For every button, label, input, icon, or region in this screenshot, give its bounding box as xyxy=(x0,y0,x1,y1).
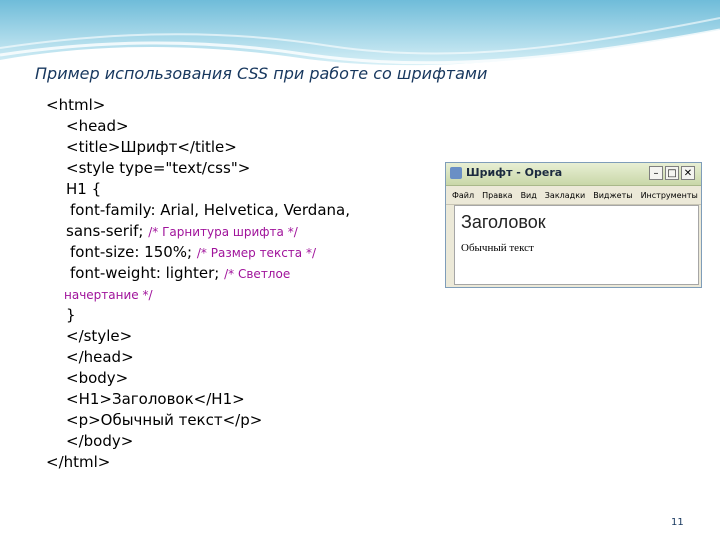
menu-item-view[interactable]: Вид xyxy=(521,191,537,200)
code-line: <p>Обычный текст</p> xyxy=(66,411,263,429)
code-line: <html> xyxy=(46,96,106,114)
maximize-icon[interactable]: □ xyxy=(665,166,679,180)
code-line: } xyxy=(66,306,76,324)
code-text: sans-serif; xyxy=(66,222,149,240)
code-comment: начертание */ xyxy=(64,288,153,302)
code-line: <head> xyxy=(66,117,129,135)
code-line: <H1>Заголовок</H1> xyxy=(66,390,245,408)
code-line: <title>Шрифт</title> xyxy=(66,138,237,156)
code-comment: /* Гарнитура шрифта */ xyxy=(148,225,298,239)
minimize-icon[interactable]: – xyxy=(649,166,663,180)
code-line: </style> xyxy=(66,327,133,345)
code-listing: <html> <head> <title>Шрифт</title> <styl… xyxy=(46,95,446,473)
browser-page-content: Заголовок Обычный текст xyxy=(454,205,699,285)
rendered-paragraph: Обычный текст xyxy=(461,242,534,254)
code-text: font-weight: lighter; xyxy=(70,264,225,282)
menu-item-tools[interactable]: Инструменты xyxy=(641,191,698,200)
code-line: <body> xyxy=(66,369,129,387)
code-line: </head> xyxy=(66,348,134,366)
code-line: font-size: 150%; /* Размер текста */ xyxy=(46,242,446,263)
close-icon[interactable]: ✕ xyxy=(681,166,695,180)
menu-item-widgets[interactable]: Виджеты xyxy=(593,191,632,200)
header-wave-decoration xyxy=(0,0,720,66)
menu-item-file[interactable]: Файл xyxy=(452,191,474,200)
code-comment: /* Светлое xyxy=(224,267,291,281)
code-line: H1 { xyxy=(66,180,102,198)
code-line: начертание */ xyxy=(46,284,446,305)
browser-window-title: Шрифт - Opera xyxy=(466,166,563,179)
browser-titlebar: Шрифт - Opera – □ ✕ xyxy=(446,163,701,186)
browser-menubar: Файл Правка Вид Закладки Виджеты Инструм… xyxy=(446,186,701,205)
code-line: font-family: Arial, Helvetica, Verdana, xyxy=(70,201,350,219)
code-line: </html> xyxy=(46,453,111,471)
opera-icon xyxy=(450,167,462,179)
rendered-heading: Заголовок xyxy=(461,212,546,232)
menu-item-bookmarks[interactable]: Закладки xyxy=(545,191,585,200)
menu-item-edit[interactable]: Правка xyxy=(482,191,512,200)
code-line: <style type="text/css"> xyxy=(66,159,251,177)
page-number: 11 xyxy=(671,517,684,528)
slide-title: Пример использования CSS при работе со ш… xyxy=(35,64,488,83)
code-line: font-weight: lighter; /* Светлое xyxy=(46,263,446,284)
code-text: font-size: 150%; xyxy=(70,243,197,261)
browser-window-screenshot: Шрифт - Opera – □ ✕ Файл Правка Вид Закл… xyxy=(445,162,702,288)
code-comment: /* Размер текста */ xyxy=(196,246,316,260)
code-line: </body> xyxy=(66,432,134,450)
code-line: sans-serif; /* Гарнитура шрифта */ xyxy=(46,221,446,242)
